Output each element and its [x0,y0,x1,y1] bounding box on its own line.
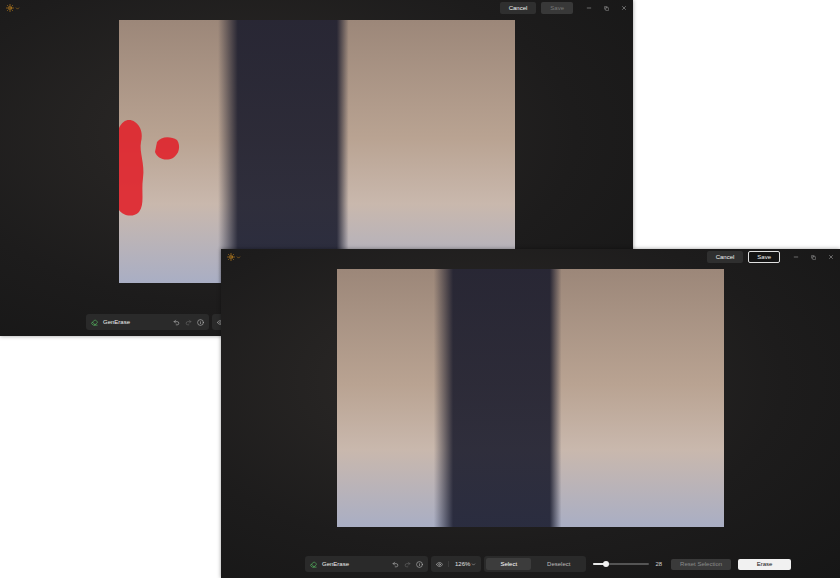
info-icon [197,319,204,326]
cancel-button[interactable]: Cancel [500,2,537,14]
close-icon[interactable] [828,254,834,260]
restore-icon[interactable] [604,6,609,11]
eraser-icon [310,561,317,568]
cancel-button[interactable]: Cancel [707,251,744,263]
tool-name: GenErase [322,561,349,567]
minimize-icon[interactable] [586,5,592,11]
mode-group: SelectDeselect [484,556,586,572]
top-bar: Cancel Save [221,249,840,265]
chevron-down-icon [236,255,241,260]
preview-button[interactable] [436,561,443,568]
info-button[interactable] [197,319,204,326]
window-controls [586,5,627,11]
photo[interactable] [119,20,515,283]
reset-selection-button[interactable]: Reset Selection [671,559,731,570]
info-icon [416,561,423,568]
restore-icon[interactable] [811,255,816,260]
undo-button[interactable] [173,319,180,326]
bottom-toolbar: GenErase 126% SelectDeselect 28 Reset Select… [221,556,840,578]
redo-icon [404,561,411,568]
undo-icon [173,319,180,326]
canvas [221,265,840,556]
photo[interactable] [337,269,724,527]
tool-group: GenErase [86,314,209,330]
editor-window: Cancel Save GenErase 126% SelectDeselect 28 Re… [221,249,840,578]
mode-button[interactable]: Select [486,558,531,570]
brush-slider[interactable] [593,563,649,565]
desktop: Cancel Save GenErase Cancel Save GenErase 126%… [0,0,840,578]
brush-size: 28 [589,556,666,572]
chevron-down-icon [471,562,476,567]
redo-button[interactable] [404,561,411,568]
tool-name: GenErase [103,319,130,325]
mode-button[interactable]: Deselect [533,558,584,570]
window-controls [793,254,834,260]
eye-icon [436,561,443,568]
undo-icon [392,561,399,568]
save-button[interactable]: Save [541,2,573,14]
erase-button[interactable]: Erase [738,559,791,570]
app-logo[interactable] [227,253,241,261]
close-icon[interactable] [621,5,627,11]
chevron-down-icon [15,6,20,11]
sun-logo-icon [6,4,14,12]
eraser-icon [91,319,98,326]
top-bar: Cancel Save [0,0,633,16]
tool-group: GenErase [305,556,428,572]
slider-thumb[interactable] [603,561,609,567]
redo-icon [185,319,192,326]
redo-button[interactable] [185,319,192,326]
info-button[interactable] [416,561,423,568]
brush-size-value: 28 [655,561,662,567]
save-button[interactable]: Save [748,251,780,263]
zoom-dropdown[interactable]: 126% [448,561,476,567]
view-group: 126% [431,556,481,572]
minimize-icon[interactable] [793,254,799,260]
sun-logo-icon [227,253,235,261]
undo-button[interactable] [392,561,399,568]
selection-mask [119,118,183,218]
app-logo[interactable] [6,4,20,12]
